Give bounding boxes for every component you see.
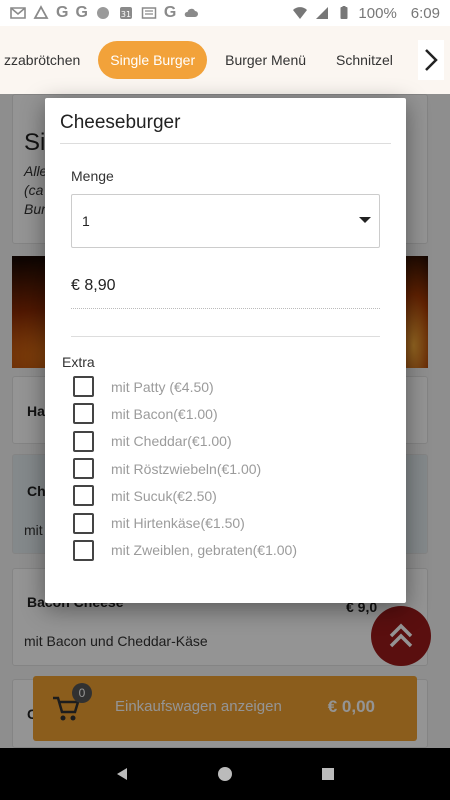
back-icon[interactable] xyxy=(114,766,130,782)
circle-icon xyxy=(96,7,109,19)
cloud-icon xyxy=(185,8,199,17)
extra-option[interactable]: mit Patty (€4.50) xyxy=(73,373,297,400)
system-nav-bar xyxy=(0,748,450,800)
category-tab-active[interactable]: Single Burger xyxy=(98,41,208,79)
notification-icons: G G 31 G xyxy=(10,4,199,22)
extra-option-label: mit Bacon(€1.00) xyxy=(111,405,218,422)
price-value: € 8,90 xyxy=(71,277,116,294)
status-bar: G G 31 G 100% 6:09 xyxy=(0,0,450,26)
category-bar[interactable]: zzabrötchen Single Burger Burger Menü Sc… xyxy=(0,26,450,94)
divider xyxy=(71,308,380,309)
extra-label: Extra xyxy=(62,354,95,370)
extra-option-label: mit Sucuk(€2.50) xyxy=(111,487,217,504)
extra-option[interactable]: mit Zweiblen, gebraten(€1.00) xyxy=(73,537,297,564)
extra-checkbox[interactable] xyxy=(73,403,94,425)
scroll-right-button[interactable] xyxy=(418,40,444,80)
chevron-right-icon xyxy=(425,49,438,71)
divider xyxy=(60,143,391,144)
extra-checkbox[interactable] xyxy=(73,485,94,507)
google-icon: G xyxy=(75,4,88,21)
home-icon[interactable] xyxy=(217,766,233,782)
extra-option-label: mit Hirtenkäse(€1.50) xyxy=(111,515,245,532)
divider xyxy=(71,336,380,337)
extra-option[interactable]: mit Röstzwiebeln(€1.00) xyxy=(73,455,297,482)
extra-checkbox[interactable] xyxy=(73,458,94,480)
clock: 6:09 xyxy=(410,4,440,22)
extra-checkbox[interactable] xyxy=(73,376,94,398)
calendar-icon: 31 xyxy=(119,7,132,19)
category-tab[interactable]: Schnitzel xyxy=(324,41,405,79)
dropdown-arrow-icon xyxy=(359,217,371,223)
extras-list: mit Patty (€4.50) mit Bacon(€1.00) mit C… xyxy=(73,373,297,564)
extra-option-label: mit Patty (€4.50) xyxy=(111,378,214,395)
signal-icon xyxy=(316,7,329,19)
quantity-value: 1 xyxy=(82,213,90,229)
category-tab[interactable]: Burger Menü xyxy=(213,41,318,79)
battery-icon xyxy=(340,6,348,19)
recents-icon[interactable] xyxy=(320,766,336,782)
extra-option[interactable]: mit Hirtenkäse(€1.50) xyxy=(73,509,297,536)
extra-option-label: mit Cheddar(€1.00) xyxy=(111,433,232,450)
gmail-icon xyxy=(10,7,26,19)
svg-text:31: 31 xyxy=(121,10,131,19)
extra-option[interactable]: mit Bacon(€1.00) xyxy=(73,400,297,427)
extra-option-label: mit Röstzwiebeln(€1.00) xyxy=(111,460,262,477)
extra-checkbox[interactable] xyxy=(73,430,94,452)
news-icon xyxy=(141,7,157,19)
battery-percent: 100% xyxy=(358,4,397,22)
system-status: 100% 6:09 xyxy=(292,5,440,22)
product-options-dialog: Cheeseburger Menge 1 € 8,90 Extra mit Pa… xyxy=(45,98,406,603)
extra-option[interactable]: mit Cheddar(€1.00) xyxy=(73,428,297,455)
quantity-select[interactable]: 1 xyxy=(71,194,380,248)
quantity-label: Menge xyxy=(71,168,114,184)
google-icon: G xyxy=(56,4,69,21)
drive-icon xyxy=(33,5,49,19)
extra-checkbox[interactable] xyxy=(73,512,94,534)
extra-option[interactable]: mit Sucuk(€2.50) xyxy=(73,482,297,509)
extra-checkbox[interactable] xyxy=(73,539,94,561)
wifi-icon xyxy=(293,7,308,19)
extra-option-label: mit Zweiblen, gebraten(€1.00) xyxy=(111,542,297,559)
dialog-title: Cheeseburger xyxy=(60,112,181,133)
google-icon: G xyxy=(163,4,177,21)
category-tab[interactable]: zzabrötchen xyxy=(0,41,92,79)
